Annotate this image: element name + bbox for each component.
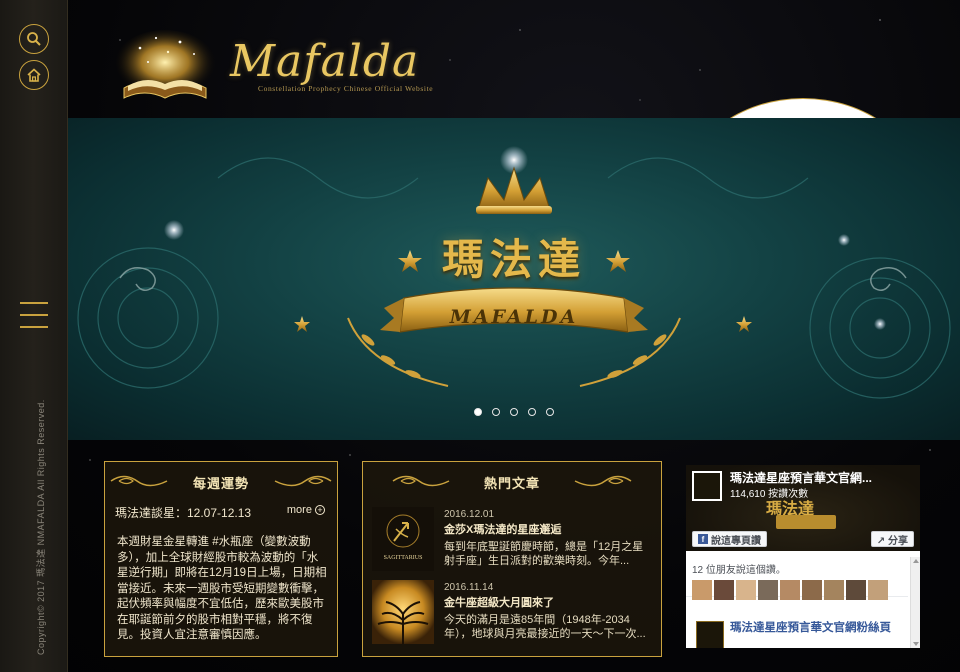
carousel-dot[interactable] (546, 408, 554, 416)
fb-page-name[interactable]: 瑪法達星座預言華文官網... (730, 469, 916, 486)
page: f Copyright© 2017 瑪法達 NMAFALDA All Right… (0, 0, 960, 672)
fb-post-title[interactable]: 瑪法達星座預言華文官網粉絲頁 (730, 621, 900, 635)
fb-page-avatar[interactable] (692, 471, 722, 501)
hamburger-menu-icon[interactable] (20, 302, 48, 328)
search-icon (27, 32, 41, 46)
left-sidebar: f Copyright© 2017 瑪法達 NMAFALDA All Right… (0, 0, 920, 672)
scroll-down-icon[interactable] (913, 642, 919, 646)
avatar[interactable] (846, 580, 866, 600)
avatar[interactable] (780, 580, 800, 600)
logo-subtitle: Constellation Prophecy Chinese Official … (258, 84, 434, 93)
carousel-dots (68, 408, 960, 416)
thumb-label: SAGITTARIUS (384, 555, 423, 561)
avatar[interactable] (802, 580, 822, 600)
fb-post-avatar[interactable] (696, 621, 724, 648)
article-date: 2016.12.01 (444, 509, 495, 520)
carousel-dot[interactable] (492, 408, 500, 416)
copyright-text: Copyright© 2017 瑪法達 NMAFALDA All Rights … (36, 399, 46, 655)
carousel-dot[interactable] (474, 408, 482, 416)
fb-friends-text: 12 位朋友說這個讚。 (692, 565, 786, 576)
article-item[interactable]: 2016.11.14 金牛座超級大月圓來了 今天的滿月是遠85年間（1948年-… (372, 580, 653, 644)
fb-friend-avatars (692, 580, 902, 600)
fb-cover: 瑪法達星座預言華文官網... 114,610 按讚次數 瑪法達 f 說這專頁讚 … (686, 465, 920, 551)
plus-circle-icon: + (315, 505, 325, 516)
fb-like-label: 說這專頁讚 (711, 535, 761, 547)
more-link[interactable]: more + (287, 504, 325, 516)
article-title[interactable]: 金牛座超級大月圓來了 (444, 594, 653, 610)
scroll-up-icon[interactable] (913, 559, 919, 563)
sagittarius-thumbnail: SAGITTARIUS (372, 507, 434, 571)
facebook-icon: f (698, 534, 708, 544)
avatar[interactable] (714, 580, 734, 600)
article-text: 2016.12.01 金莎X瑪法達的星座邂逅 每到年底聖誕節慶時節，總是「12月… (444, 509, 653, 568)
full-moon-thumbnail (372, 580, 434, 644)
article-excerpt: 今天的滿月是遠85年間（1948年-2034年），地球與月亮最接近的一天～下一次… (444, 614, 646, 640)
avatar[interactable] (736, 580, 756, 600)
share-icon: ↗ (876, 536, 886, 547)
fb-post[interactable]: 瑪法達星座預言華文官網粉絲頁 (686, 613, 908, 648)
magic-book-icon (113, 30, 217, 102)
hero-title: 瑪法達 (441, 235, 586, 284)
article-item[interactable]: SAGITTARIUS 2016.12.01 金莎X瑪法達的星座邂逅 每到年底聖… (372, 507, 653, 571)
article-excerpt: 每到年底聖誕節慶時節，總是「12月之星射手座」生日派對的歡樂時刻。今年... (444, 541, 644, 567)
ornament-right-icon (274, 475, 332, 487)
weekly-body-text: 本週財星金星轉進 #水瓶座（變數波動多），加上全球財經股市較為波動的「水星逆行期… (117, 536, 327, 641)
avatar[interactable] (868, 580, 888, 600)
hero-banner[interactable]: 瑪法達 MAFALDA (68, 118, 960, 440)
home-icon (27, 68, 41, 82)
fb-scrollbar[interactable] (910, 557, 920, 648)
weekly-date: 瑪法達談星：12.07-12.13 (115, 506, 252, 520)
search-button[interactable] (19, 24, 49, 54)
avatar[interactable] (824, 580, 844, 600)
fb-cover-ribbon (776, 515, 836, 529)
hero-ribbon-text: MAFALDA (449, 306, 579, 328)
fb-share-button[interactable]: ↗ 分享 (870, 531, 914, 547)
more-label: more (286, 504, 312, 516)
carousel-dot[interactable] (528, 408, 536, 416)
weekly-fortune-panel: 每週運勢 瑪法達談星：12.07-12.13 more + 本週財星金星轉進 #… (104, 461, 338, 657)
ornament-right-icon (574, 475, 632, 487)
panel-header: 每週運勢 (105, 462, 337, 498)
fb-friends-section: 12 位朋友說這個讚。 (686, 557, 908, 600)
fb-like-button[interactable]: f 說這專頁讚 (692, 531, 767, 547)
carousel-dot[interactable] (510, 408, 518, 416)
avatar[interactable] (692, 580, 712, 600)
article-date: 2016.11.14 (444, 582, 494, 593)
home-button[interactable] (19, 60, 49, 90)
hot-articles-panel: 熱門文章 SAGITTARIUS 2016.12.01 金莎X瑪法達的星座邂逅 … (362, 461, 662, 657)
fb-share-label: 分享 (888, 536, 908, 547)
panel-header: 熱門文章 (363, 462, 661, 498)
logo-wordmark: Mafalda (230, 36, 420, 87)
facebook-page-widget[interactable]: 瑪法達星座預言華文官網... 114,610 按讚次數 瑪法達 f 說這專頁讚 … (686, 465, 920, 648)
article-title[interactable]: 金莎X瑪法達的星座邂逅 (444, 521, 653, 537)
site-logo[interactable]: Mafalda Constellation Prophecy Chinese O… (100, 18, 440, 110)
avatar[interactable] (758, 580, 778, 600)
article-text: 2016.11.14 金牛座超級大月圓來了 今天的滿月是遠85年間（1948年-… (444, 582, 653, 641)
weekly-date-row: 瑪法達談星：12.07-12.13 more + (115, 504, 327, 521)
